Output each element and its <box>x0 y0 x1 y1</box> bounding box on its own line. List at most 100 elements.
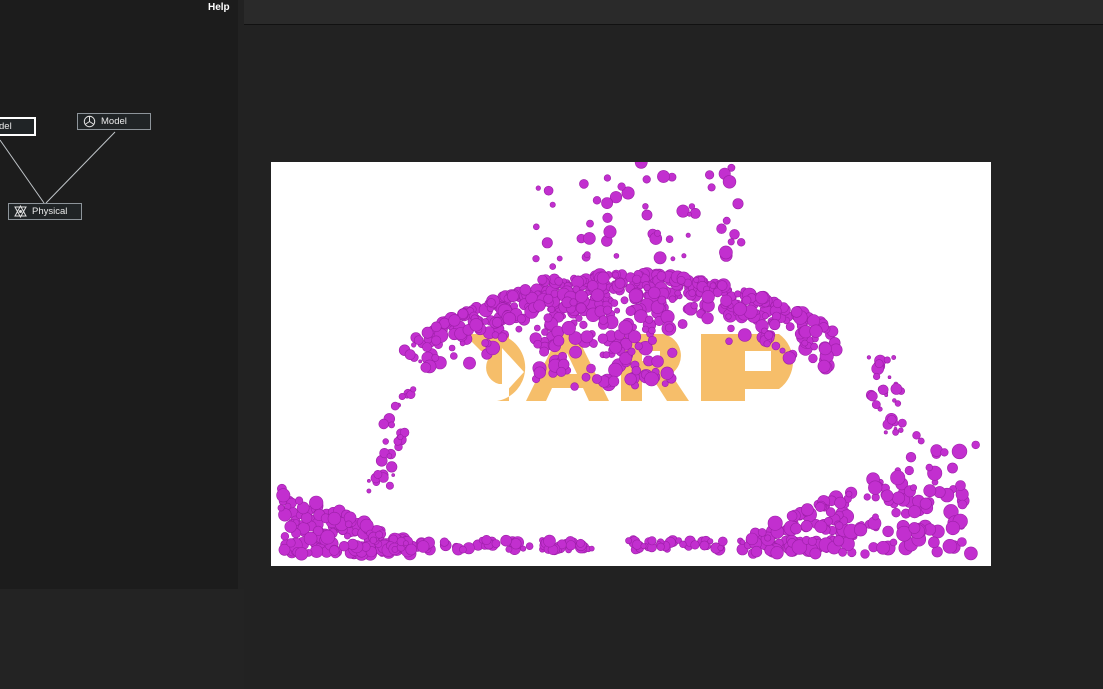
particle <box>431 321 442 333</box>
node-graph-panel[interactable]: Help del Model Physical <box>0 0 238 589</box>
particle <box>872 372 881 381</box>
particle <box>614 277 626 289</box>
particle <box>815 501 826 512</box>
particle <box>588 545 595 552</box>
particle <box>790 522 802 535</box>
particle <box>891 508 901 518</box>
particle <box>418 359 423 364</box>
particle <box>533 339 543 349</box>
particle <box>945 520 961 536</box>
particle <box>580 330 594 344</box>
particle <box>613 253 620 259</box>
particle <box>388 421 395 429</box>
particle <box>576 538 585 548</box>
particle <box>520 545 527 552</box>
particle <box>925 463 933 472</box>
particle <box>591 288 605 302</box>
particle <box>688 289 697 297</box>
particle <box>510 538 522 550</box>
particle <box>602 212 613 223</box>
particle <box>957 499 968 510</box>
particle <box>533 324 541 332</box>
particle <box>608 362 623 378</box>
particle <box>620 296 629 305</box>
particle <box>908 505 922 519</box>
particle <box>284 520 297 533</box>
particle <box>755 291 769 305</box>
particle <box>771 341 781 351</box>
model-icon <box>82 115 96 129</box>
particle <box>583 251 591 258</box>
particle <box>624 373 637 386</box>
particle <box>809 324 823 338</box>
node-physical[interactable]: Physical <box>8 203 82 220</box>
particle <box>592 196 602 205</box>
particle <box>878 384 889 396</box>
particle <box>745 532 759 546</box>
particle <box>677 319 688 329</box>
particle <box>951 443 968 460</box>
particle <box>642 203 649 210</box>
particle <box>386 453 393 459</box>
particle <box>890 383 903 395</box>
particle <box>817 359 831 373</box>
particle <box>543 185 554 196</box>
particle <box>770 546 784 560</box>
particle <box>891 355 897 360</box>
node-model[interactable]: Model <box>77 113 151 130</box>
particle <box>661 380 669 387</box>
particle <box>338 541 350 552</box>
viewer-toolbar <box>244 0 1103 25</box>
particle <box>917 437 925 445</box>
particle <box>537 274 548 285</box>
particle <box>729 229 740 240</box>
particle <box>919 497 932 510</box>
particle <box>375 530 384 539</box>
particle <box>644 371 659 387</box>
render-viewport[interactable] <box>271 162 991 566</box>
particle <box>890 470 906 486</box>
particle <box>367 478 371 483</box>
particle <box>533 299 546 312</box>
particle <box>651 355 664 368</box>
particle <box>786 510 798 522</box>
particle <box>598 315 609 325</box>
particle <box>366 488 372 494</box>
particle <box>690 540 700 550</box>
particle <box>645 315 654 324</box>
particle <box>763 340 771 348</box>
particle <box>486 298 496 308</box>
particle <box>294 547 309 561</box>
particle <box>549 201 556 208</box>
particle <box>716 223 727 234</box>
particle <box>905 452 917 463</box>
particle <box>497 332 508 343</box>
particle <box>574 289 588 303</box>
particle <box>725 337 733 345</box>
particle <box>581 372 591 382</box>
particle <box>450 352 458 360</box>
particle <box>491 539 501 548</box>
particle <box>286 538 296 548</box>
particle <box>309 495 324 510</box>
particle <box>541 237 553 249</box>
particle <box>459 545 467 554</box>
node-model-left[interactable]: del <box>0 117 36 136</box>
particle <box>764 534 772 542</box>
particle <box>889 538 898 547</box>
particle <box>942 538 958 554</box>
particle <box>664 323 674 333</box>
particle <box>674 289 682 297</box>
particle <box>410 386 417 393</box>
particle <box>887 375 892 379</box>
particle <box>810 342 819 351</box>
node-label: del <box>0 121 12 132</box>
particle <box>808 353 818 364</box>
particle <box>809 547 822 560</box>
particle <box>481 534 492 545</box>
particle <box>886 414 897 425</box>
particle <box>516 314 526 324</box>
particle <box>386 461 398 473</box>
particle <box>676 204 690 218</box>
particle <box>519 284 532 296</box>
